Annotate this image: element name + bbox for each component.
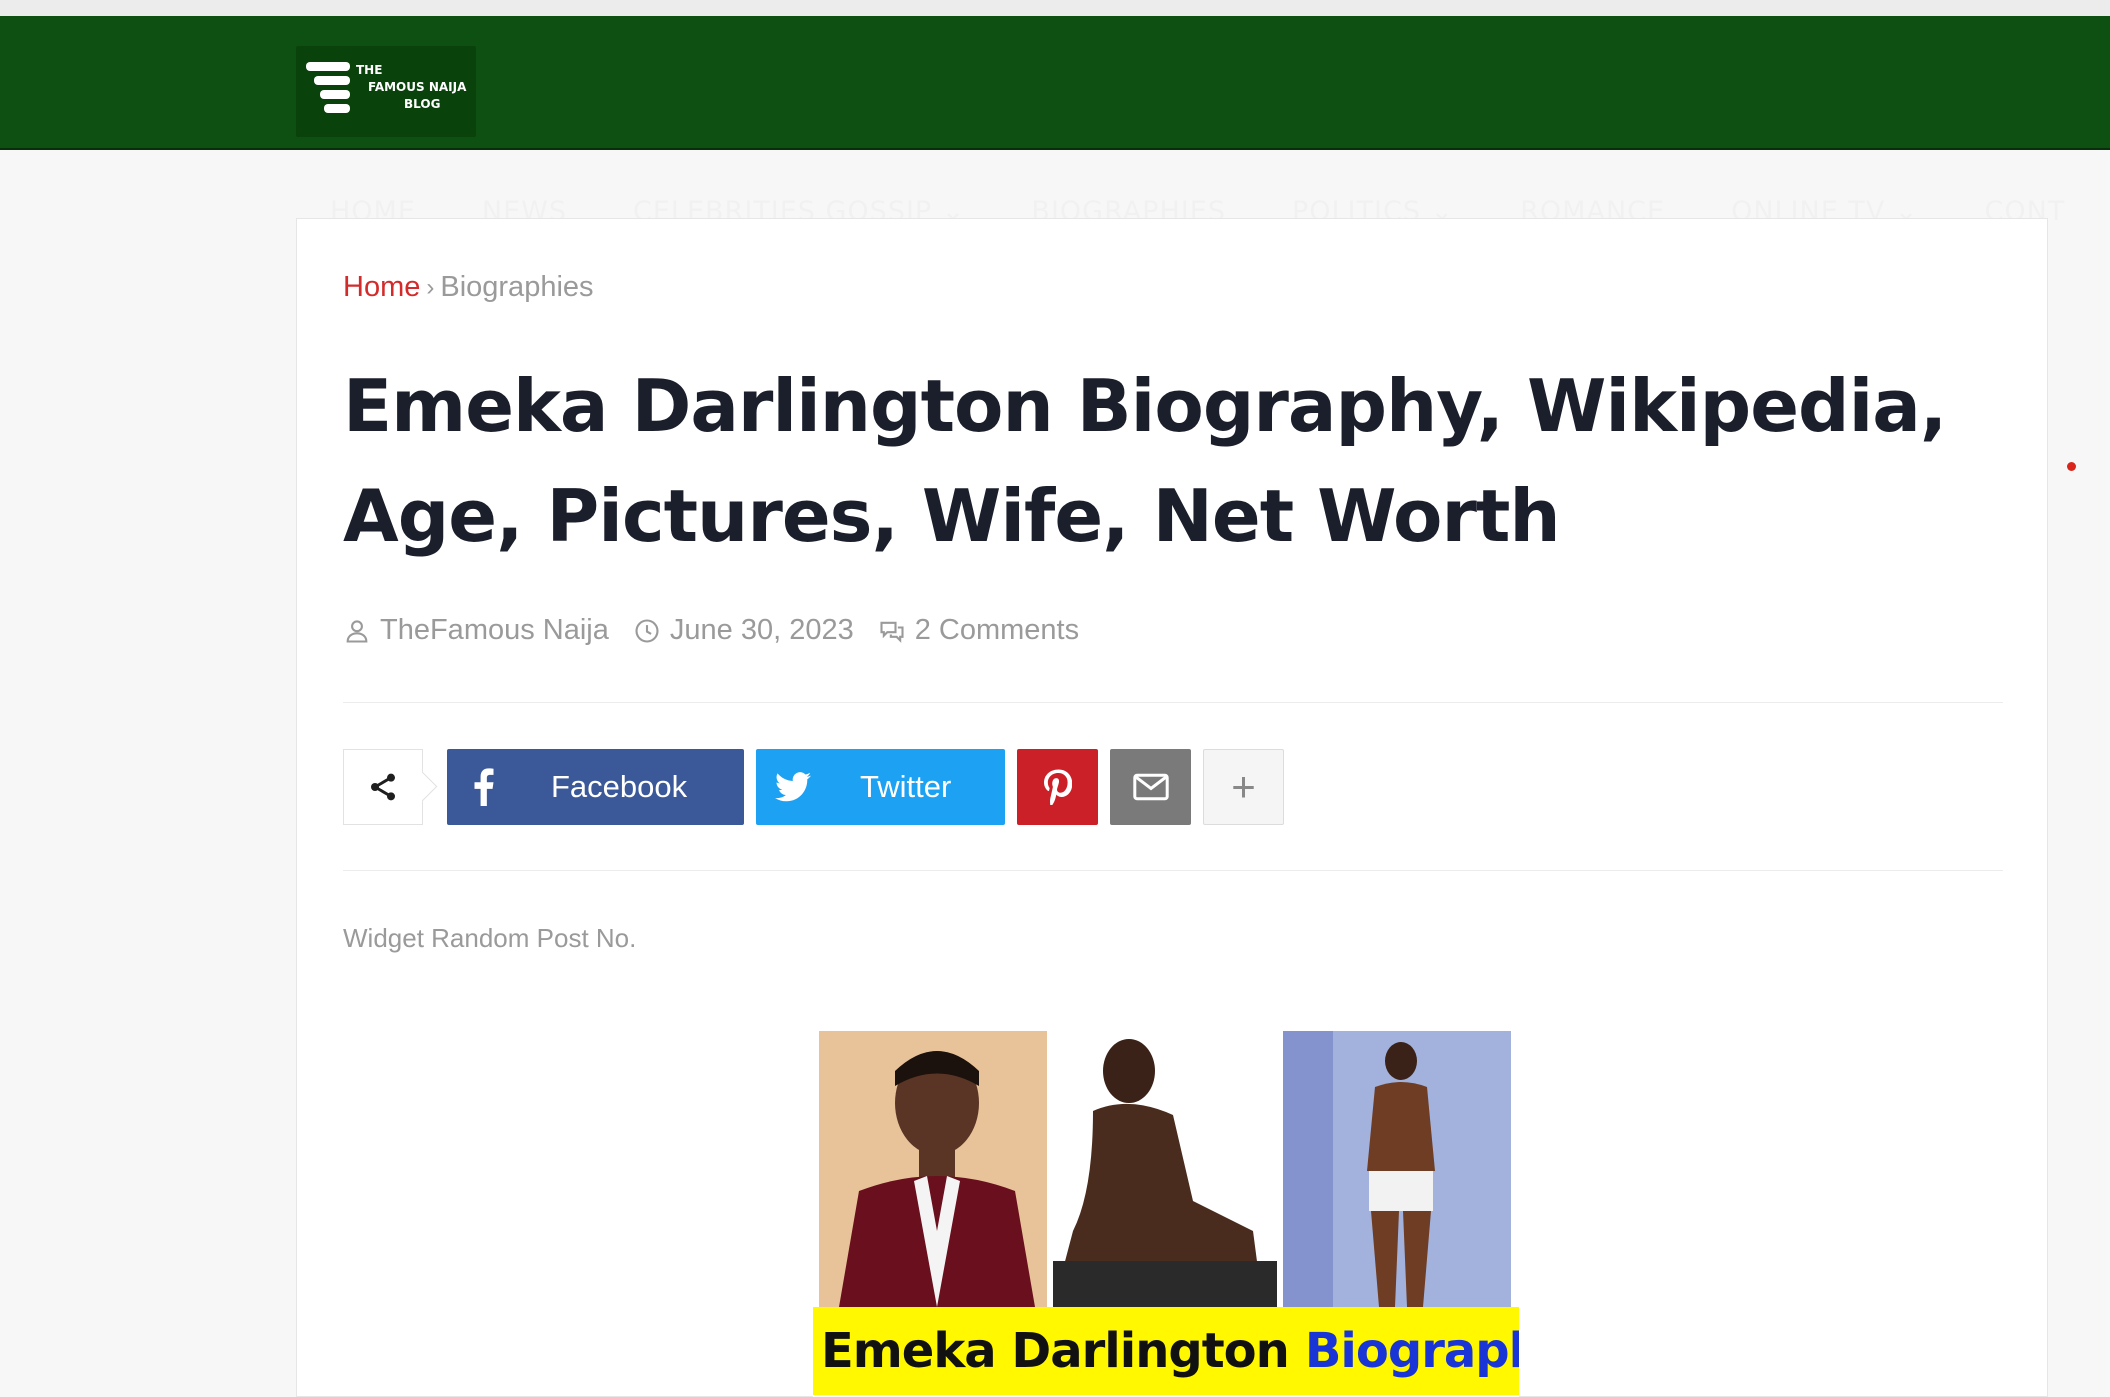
facebook-share-label: Facebook [551,769,688,804]
facebook-icon [447,768,521,806]
twitter-share-label: Twitter [860,769,952,804]
featured-image[interactable]: Emeka Darlington Biography [813,1031,1519,1397]
share-icon [371,773,395,801]
photo-seated [1053,1031,1277,1307]
breadcrumb-category-link[interactable]: Biographies [440,271,593,304]
page-title: Emeka Darlington Biography, Wikipedia, A… [343,364,1947,558]
notification-dot [2067,462,2076,471]
date-text: June 30, 2023 [669,614,854,646]
pinterest-share-button[interactable] [1017,749,1098,825]
article-card: Home › Biographies Emeka Darlington Biog… [296,218,2048,1397]
breadcrumb: Home › Biographies [343,271,594,304]
site-logo[interactable]: THE FAMOUS NAIJA BLOG [296,46,476,137]
breadcrumb-home-link[interactable]: Home [343,271,420,304]
comments-count: 2 Comments [914,614,1080,646]
comments-icon [880,621,904,643]
user-icon [346,619,368,643]
post-comments-link[interactable]: 2 Comments [878,614,1079,647]
banner-biography: Biography [1304,1323,1519,1379]
share-bar: Facebook Twitter + [343,749,1296,825]
logo-text: THE FAMOUS NAIJA BLOG [356,63,467,111]
twitter-icon [756,771,830,803]
author-name: TheFamous Naija [380,614,609,646]
email-share-button[interactable] [1110,749,1191,825]
photo-portrait [819,1031,1047,1307]
post-date: June 30, 2023 [633,614,854,647]
widget-note: Widget Random Post No. [343,923,637,953]
logo-mark-icon [306,62,356,122]
site-header: THE FAMOUS NAIJA BLOG [0,16,2110,150]
facebook-share-button[interactable]: Facebook [447,749,744,825]
email-icon [1132,773,1169,801]
pinterest-icon [1043,769,1072,805]
post-meta: TheFamous Naija June 30, 2023 2 Comments [343,614,1103,647]
clock-icon [635,618,659,643]
post-author[interactable]: TheFamous Naija [343,614,609,647]
photo-runway [1283,1031,1511,1307]
browser-strip [0,0,2110,16]
share-toggle-button[interactable] [343,749,423,825]
featured-banner: Emeka Darlington Biography [813,1307,1519,1395]
divider [343,870,2003,871]
chevron-right-icon: › [426,273,435,301]
divider [343,702,2003,703]
banner-name: Emeka Darlington [821,1323,1290,1379]
twitter-share-button[interactable]: Twitter [756,749,1005,825]
more-share-button[interactable]: + [1203,749,1284,825]
